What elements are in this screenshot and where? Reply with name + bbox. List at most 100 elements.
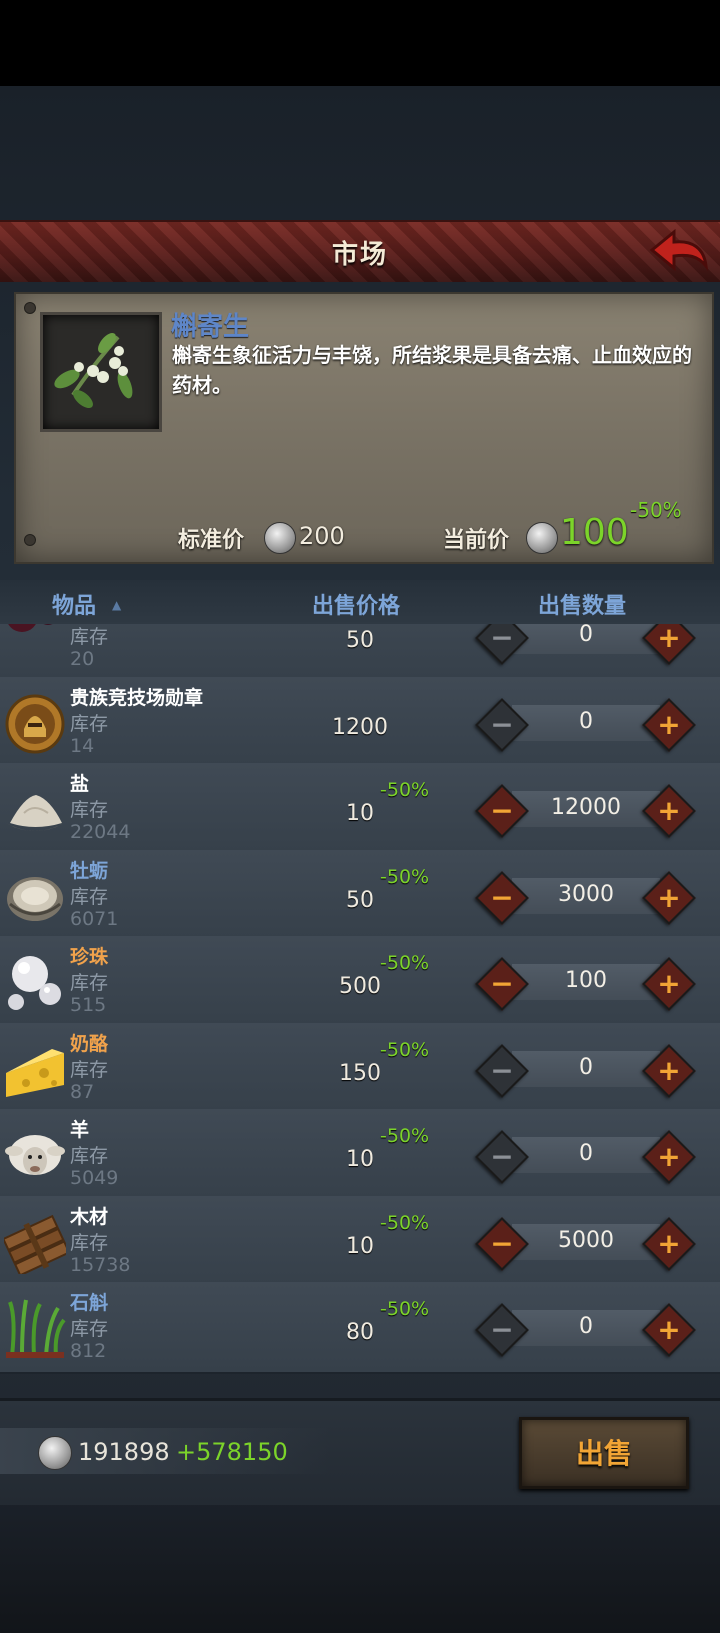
standard-price-value: 200 xyxy=(299,522,345,550)
salt-icon xyxy=(4,779,66,841)
herb-icon xyxy=(4,1298,66,1360)
wood-icon xyxy=(2,1212,71,1277)
current-price-discount: -50% xyxy=(630,498,682,522)
back-arrow-icon[interactable] xyxy=(648,226,710,274)
sell-price: 10 xyxy=(346,1233,374,1259)
quantity-value[interactable]: 0 xyxy=(512,624,660,647)
sell-price: 10 xyxy=(346,801,374,826)
item-name: 奶酪 xyxy=(70,1032,109,1055)
selected-item-description: 槲寄生象征活力与丰饶，所结浆果是具备去痛、止血效应的药材。 xyxy=(172,343,692,397)
quantity-value[interactable]: 100 xyxy=(512,968,660,993)
list-item[interactable]: 贵族竞技场勋章 库存 14 1200 0− + xyxy=(0,676,720,769)
quantity-value[interactable]: 0 xyxy=(512,1055,660,1080)
sell-price: 1200 xyxy=(332,714,388,740)
list-item[interactable]: 木材 库存 15738 10 -50% 5000− + xyxy=(0,1195,720,1288)
stock-value: 87 xyxy=(70,1080,95,1103)
minus-icon: − xyxy=(490,707,514,741)
sell-button-label[interactable]: 出售 xyxy=(519,1432,689,1472)
list-item[interactable]: 珍珠 库存 515 500 -50% 100− + xyxy=(0,936,720,1028)
quantity-value[interactable]: 0 xyxy=(512,1314,660,1339)
list-item[interactable]: 奶酪库存 87 150 -50% 0− + xyxy=(0,1022,720,1115)
sell-price: 150 xyxy=(339,1060,381,1086)
stock-value: 5049 xyxy=(70,1167,119,1189)
stock-value: 15738 xyxy=(70,1253,131,1276)
minus-icon: − xyxy=(490,1140,514,1173)
item-list[interactable]: 库存 20 50 0− + 贵族竞技场勋章 库存 14 1200 0− + 盐库存 22044 10 -50… xyxy=(0,624,720,1394)
price-discount: -50% xyxy=(380,952,430,974)
price-discount: -50% xyxy=(380,779,430,801)
minus-icon: − xyxy=(490,1313,514,1346)
item-name: 羊 xyxy=(70,1119,90,1141)
stock-label: 库存 xyxy=(70,1318,109,1340)
item-name: 盐 xyxy=(70,773,90,795)
quantity-value[interactable]: 0 xyxy=(512,1141,660,1166)
stock-value: 515 xyxy=(70,994,107,1016)
pearl-icon xyxy=(4,952,66,1014)
list-item[interactable]: 库存 20 50 0− + xyxy=(0,624,720,682)
cheese-icon xyxy=(4,1039,66,1101)
silver-coin-icon xyxy=(264,522,296,554)
item-name: 石斛 xyxy=(70,1292,109,1314)
price-discount: -50% xyxy=(380,1298,430,1320)
plus-icon: + xyxy=(657,794,681,827)
list-item[interactable]: 牡蛎 库存 6071 50 -50% 3000− + xyxy=(0,849,720,942)
plus-icon: + xyxy=(657,880,681,914)
quantity-value[interactable]: 0 xyxy=(512,709,660,734)
list-item[interactable]: 羊库存 5049 10 -50% 0− + xyxy=(0,1109,720,1201)
minus-icon: − xyxy=(490,880,514,914)
column-header-item[interactable]: 物品 xyxy=(52,588,96,620)
silver-coin-icon xyxy=(38,1436,72,1470)
stock-value: 812 xyxy=(70,1340,107,1362)
selected-item-frame xyxy=(40,312,162,432)
top-status-area xyxy=(0,0,720,86)
stock-value: 22044 xyxy=(70,821,131,843)
quantity-value[interactable]: 5000 xyxy=(512,1228,660,1253)
decrease-button[interactable]: − xyxy=(475,624,529,665)
increase-button[interactable]: + xyxy=(642,624,696,665)
quantity-value[interactable]: 12000 xyxy=(512,795,660,820)
plus-icon: + xyxy=(657,1226,681,1260)
sell-price: 80 xyxy=(346,1320,374,1345)
silver-coin-icon xyxy=(526,522,558,554)
price-discount: -50% xyxy=(380,1211,430,1234)
sell-price: 10 xyxy=(346,1147,374,1172)
minus-icon: − xyxy=(490,794,514,827)
minus-icon: − xyxy=(490,1053,514,1087)
money-gain: +578150 xyxy=(176,1438,288,1466)
stock-label: 库存 xyxy=(70,885,109,908)
sell-price: 50 xyxy=(346,887,374,913)
stock-label: 库存 xyxy=(70,1145,109,1167)
plus-icon: + xyxy=(657,1053,681,1087)
stock-label: 库存 xyxy=(70,626,109,648)
money-total: 191898 xyxy=(78,1438,170,1466)
list-item[interactable]: 盐库存 22044 10 -50% 12000− + xyxy=(0,763,720,855)
page-title: 市场 xyxy=(331,240,388,270)
sell-price: 50 xyxy=(346,628,374,653)
quantity-value[interactable]: 3000 xyxy=(512,882,660,907)
standard-price-label: 标准价 xyxy=(178,528,245,553)
price-discount: -50% xyxy=(380,1125,430,1147)
item-name: 珍珠 xyxy=(70,946,109,968)
sort-arrow-icon[interactable]: ▲ xyxy=(112,598,121,612)
sell-price: 500 xyxy=(339,974,381,999)
stock-label: 库存 xyxy=(70,1058,109,1081)
plus-icon: + xyxy=(657,1140,681,1173)
item-name: 牡蛎 xyxy=(70,859,109,882)
plus-icon: + xyxy=(657,624,681,654)
rivet xyxy=(24,534,36,546)
current-price-value: 100 xyxy=(560,512,629,553)
stock-value: 20 xyxy=(70,648,95,670)
item-name: 贵族竞技场勋章 xyxy=(70,686,204,709)
bottom-background xyxy=(0,1502,720,1633)
price-discount: -50% xyxy=(380,865,430,888)
current-price-label: 当前价 xyxy=(443,528,510,553)
price-discount: -50% xyxy=(380,1038,430,1061)
oyster-icon xyxy=(4,866,66,928)
stock-label: 库存 xyxy=(70,1231,109,1254)
stock-label: 库存 xyxy=(70,712,109,735)
list-item[interactable]: 石斛库存 812 80 -50% 0− + xyxy=(0,1282,720,1374)
stock-label: 库存 xyxy=(70,972,109,994)
plus-icon: + xyxy=(657,1313,681,1346)
rivet xyxy=(24,302,36,314)
minus-icon: − xyxy=(490,1226,514,1260)
